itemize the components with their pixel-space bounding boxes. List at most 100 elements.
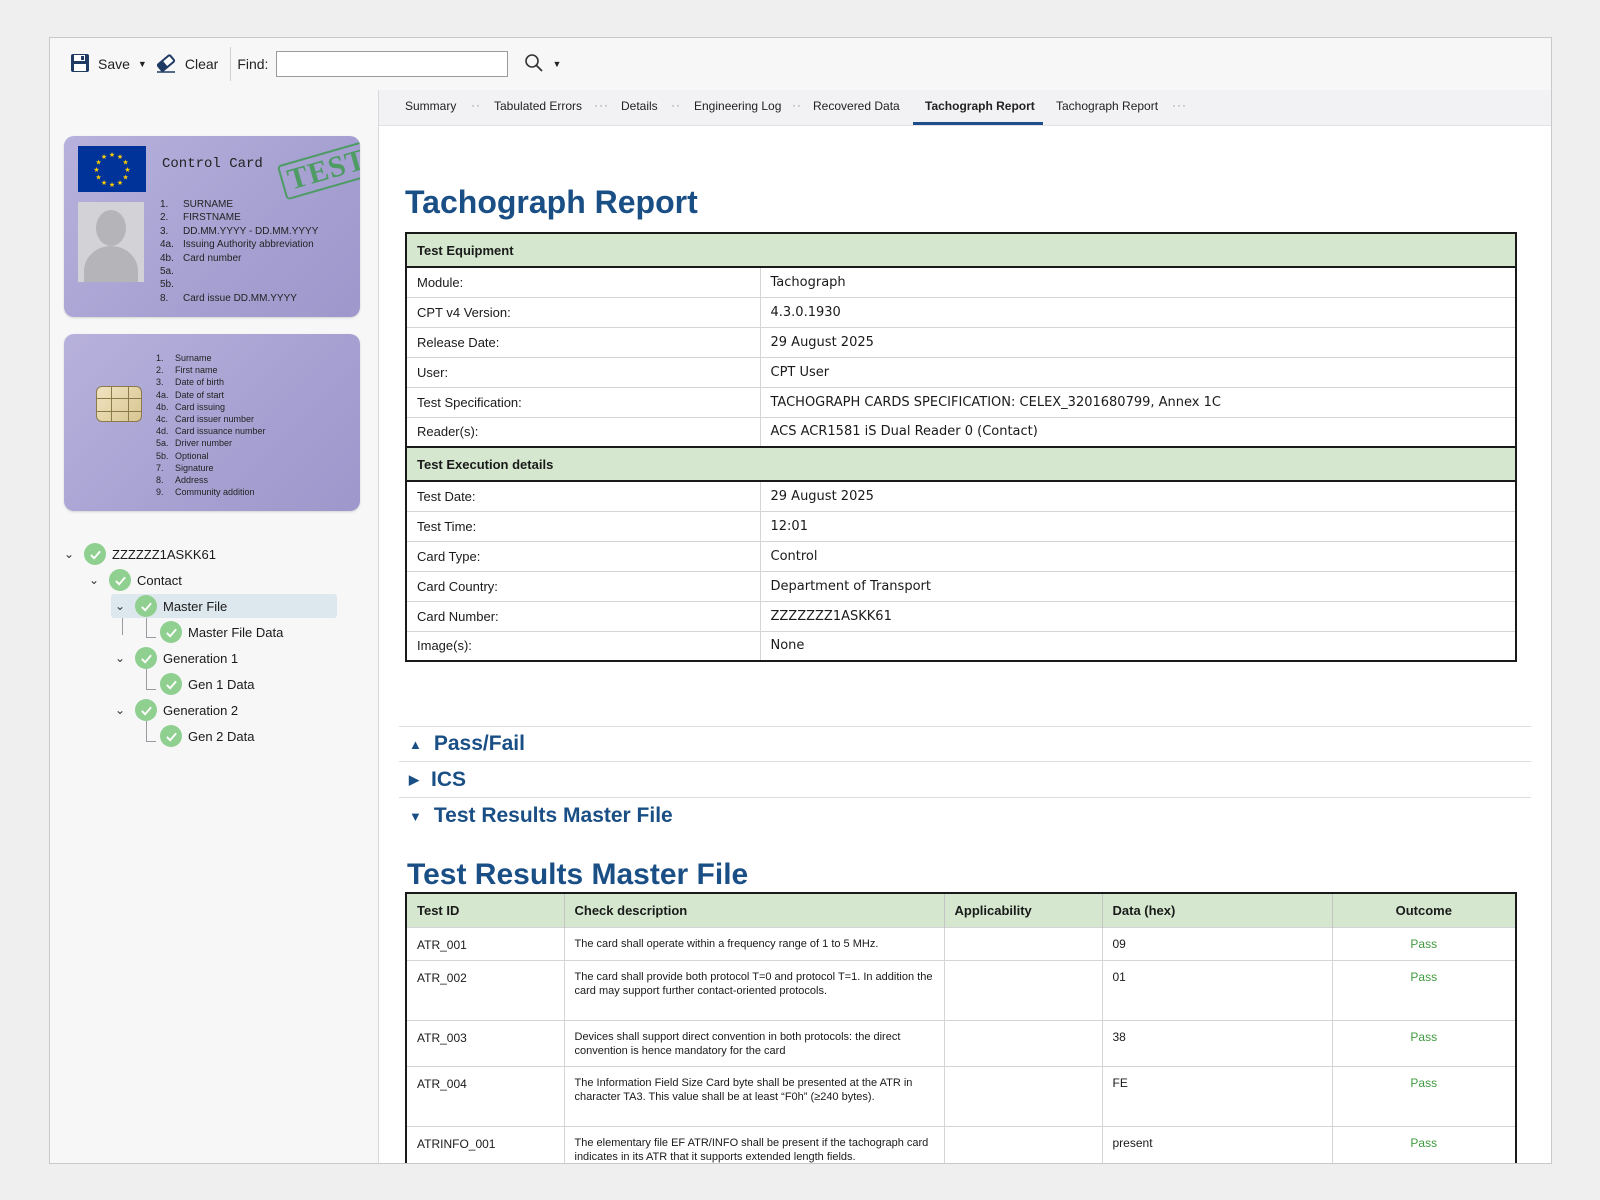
table-header-row: Test Execution details — [405, 446, 1517, 482]
save-dropdown-button[interactable]: ▼ — [136, 55, 149, 73]
column-header: Check description — [563, 893, 944, 927]
toolbar-separator — [230, 47, 232, 81]
card-field: 3. DD.MM.YYYY - DD.MM.YYYY — [160, 225, 319, 237]
tab-separator: ·· — [671, 98, 681, 112]
search-button[interactable]: ▼ — [518, 49, 567, 80]
triangle-up-icon: ▲ — [409, 736, 422, 752]
check-circle-icon — [135, 699, 157, 721]
smartcard-chip-icon — [96, 386, 142, 422]
triangle-right-icon: ▶ — [409, 771, 419, 787]
tab-separator: ·· — [471, 98, 481, 112]
tree-node-master-file[interactable]: ⌄ Master File — [111, 594, 337, 618]
svg-text:★: ★ — [101, 153, 107, 161]
svg-text:★: ★ — [101, 179, 107, 187]
chevron-down-icon[interactable]: ⌄ — [111, 599, 129, 613]
tree-node-master-file-data[interactable]: Master File Data — [160, 620, 283, 644]
table-row: User: CPT User — [405, 356, 1517, 388]
check-circle-icon — [135, 647, 157, 669]
table-row: ATR_004 The Information Field Size Card … — [405, 1065, 1517, 1127]
section-test-results-master-file[interactable]: ▼ Test Results Master File — [399, 798, 1531, 834]
card-title: Control Card — [162, 156, 263, 172]
clear-label: Clear — [184, 56, 219, 72]
card-field: 1. SURNAME — [160, 199, 234, 210]
card-back-image: 1. Surname 2. First name 3. Date of birth 4… — [64, 334, 360, 511]
test-stamp: TEST — [276, 139, 360, 201]
test-info-table: Test Equipment Module: Tachograph CPT v4 … — [405, 232, 1517, 662]
active-tab-indicator — [913, 122, 1043, 125]
tree-node-label: Master File — [163, 598, 228, 614]
check-circle-icon — [160, 725, 182, 747]
caret-down-icon: ▼ — [552, 59, 562, 69]
tab-summary[interactable]: Summary — [405, 99, 456, 113]
chevron-down-icon[interactable]: ⌄ — [60, 547, 78, 561]
tree-node-gen-2-data[interactable]: Gen 2 Data — [160, 724, 255, 748]
svg-text:★: ★ — [109, 151, 115, 159]
chevron-down-icon[interactable]: ⌄ — [111, 651, 129, 665]
tree-guide-line — [146, 689, 156, 690]
chevron-down-icon[interactable]: ⌄ — [85, 573, 103, 587]
table-header-row: Test Equipment — [405, 232, 1517, 268]
tree-node-label: Gen 2 Data — [188, 728, 255, 744]
card-back-fields: 1. Surname 2. First name 3. Date of birth 4… — [156, 352, 266, 498]
card-field: 7. Signature — [156, 462, 214, 473]
tree-node-generation-1[interactable]: ⌄ Generation 1 — [111, 646, 238, 670]
tab-tachograph-report-active[interactable]: Tachograph Report — [925, 99, 1035, 113]
tree-node-contact[interactable]: ⌄ Contact — [85, 568, 182, 592]
card-field: 1. Surname — [156, 353, 212, 363]
table-row: Card Country: Department of Transport — [405, 570, 1517, 602]
tab-separator: ··· — [594, 98, 609, 112]
find-input[interactable] — [276, 51, 509, 77]
chevron-down-icon[interactable]: ⌄ — [111, 703, 129, 717]
report-title: Tachograph Report — [405, 184, 698, 220]
card-field: 5b. Optional — [156, 450, 209, 461]
search-icon — [524, 53, 544, 76]
section-label: ICS — [431, 767, 467, 791]
tree-node-generation-2[interactable]: ⌄ Generation 2 — [111, 698, 238, 722]
section-label: Pass/Fail — [433, 732, 525, 755]
tab-details[interactable]: Details — [621, 99, 658, 113]
tree-node-card[interactable]: ⌄ ZZZZZZ1ASKK61 — [60, 542, 216, 566]
table-row: CPT v4 Version: 4.3.0.1930 — [405, 296, 1517, 328]
tab-recovered-data[interactable]: Recovered Data — [813, 99, 900, 113]
tree-guide-line — [146, 719, 147, 741]
card-field: 4b. Card number — [160, 252, 242, 264]
check-circle-icon — [135, 595, 157, 617]
tab-engineering-log[interactable]: Engineering Log — [694, 99, 781, 113]
find-label: Find: — [237, 56, 269, 72]
tab-tachograph-report[interactable]: Tachograph Report — [1056, 99, 1158, 113]
table-header-row: Test ID Check description Applicability … — [405, 893, 1516, 927]
card-field: 4d. Card issuance number — [156, 426, 266, 437]
check-circle-icon — [160, 673, 182, 695]
more-tabs-icon[interactable]: ··· — [1172, 98, 1187, 112]
tab-tabulated-errors[interactable]: Tabulated Errors — [494, 99, 582, 113]
tree-node-gen-1-data[interactable]: Gen 1 Data — [160, 672, 255, 696]
column-header: Applicability — [943, 893, 1102, 927]
toolbar: Save ▼ Clear Find: ▼ — [50, 38, 1551, 90]
tree-guide-line — [146, 741, 156, 742]
card-field: 4b. Card issuing — [156, 401, 226, 412]
card-field: 5a. Driver number — [156, 438, 233, 449]
table-row: ATR_001 The card shall operate within a … — [405, 926, 1517, 961]
tree-node-label: Generation 1 — [163, 650, 239, 666]
eraser-icon — [155, 53, 177, 76]
caret-down-icon: ▼ — [137, 59, 147, 69]
card-front-fields: 1. SURNAME 2. FIRSTNAME 3. DD.MM.YYYY - DD.… — [160, 198, 318, 305]
triangle-down-icon: ▼ — [409, 808, 422, 824]
section-pass-fail[interactable]: ▲ Pass/Fail — [399, 726, 1531, 762]
table-row: ATR_003 Devices shall support direct con… — [405, 1019, 1517, 1067]
tab-bar: Summary ·· Tabulated Errors ··· Details … — [379, 90, 1551, 126]
check-circle-icon — [160, 621, 182, 643]
card-field: 4a. Issuing Authority abbreviation — [160, 239, 314, 251]
tree-guide-line — [146, 615, 147, 637]
section-header: Test Equipment — [405, 232, 1517, 268]
table-row: Reader(s): ACS ACR1581 iS Dual Reader 0 (… — [405, 416, 1517, 448]
section-ics[interactable]: ▶ ICS — [399, 762, 1531, 798]
card-field: 2. First name — [156, 365, 218, 376]
table-row: Image(s): None — [405, 630, 1517, 662]
clear-button[interactable]: Clear — [149, 49, 224, 80]
tree-node-label: ZZZZZZ1ASKK61 — [112, 546, 217, 562]
card-front-image: ★ ★ ★ ★ ★ ★ ★ ★ ★ ★ ★ ★ Control Card TEST 1. SURN… — [64, 136, 360, 317]
card-field: 8. Address — [156, 475, 209, 486]
save-label: Save — [98, 56, 130, 72]
save-button[interactable]: Save — [64, 49, 136, 80]
